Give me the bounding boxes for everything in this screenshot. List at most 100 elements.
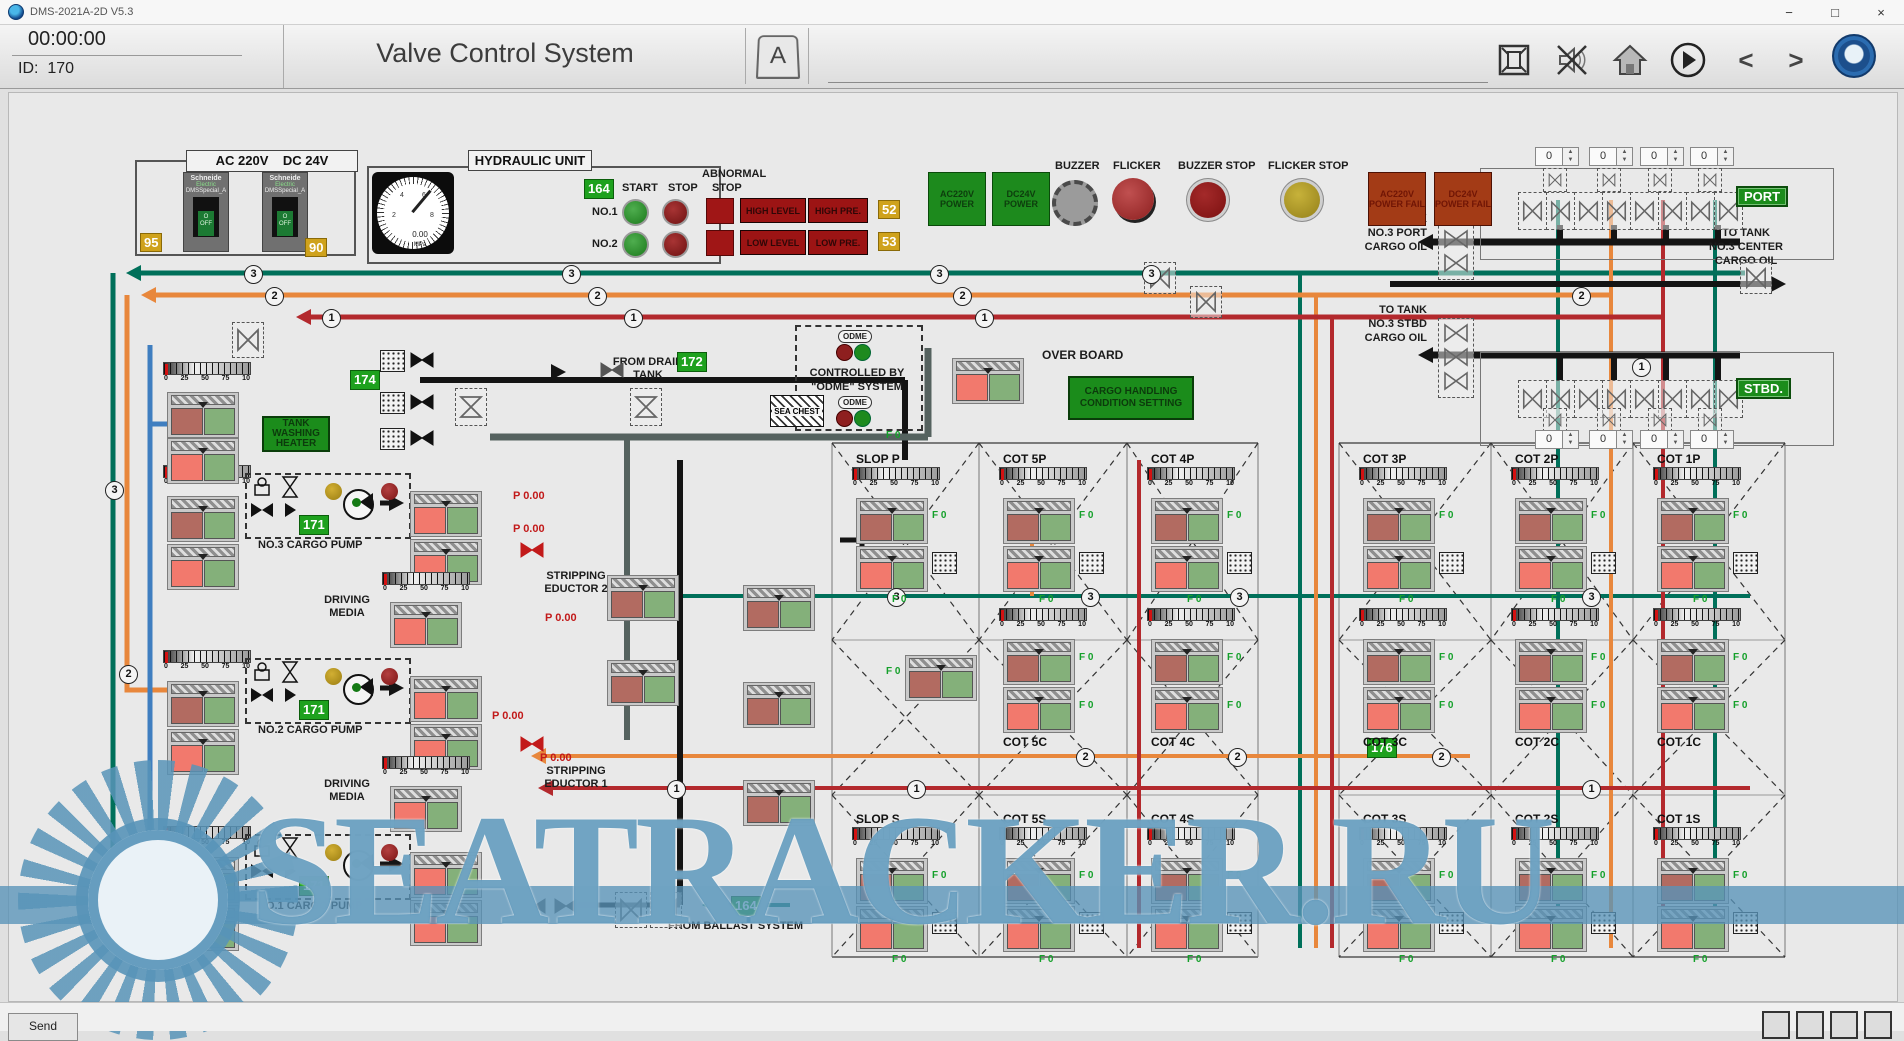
- valve-open-indicator[interactable]: [204, 921, 236, 948]
- no2-abnormal-stop[interactable]: [706, 230, 734, 256]
- valve-open-indicator[interactable]: [1694, 922, 1726, 949]
- valve-actuator-block[interactable]: [1003, 858, 1075, 904]
- valve-actuator-block[interactable]: [1363, 639, 1435, 685]
- valve-close-indicator[interactable]: [1155, 514, 1187, 541]
- valve-open-indicator[interactable]: [989, 374, 1021, 401]
- valve-close-indicator[interactable]: [171, 560, 203, 587]
- valve-actuator-block[interactable]: [1363, 498, 1435, 544]
- valve-close-indicator[interactable]: [1661, 655, 1693, 682]
- valve-actuator-block[interactable]: [1003, 639, 1075, 685]
- valve-open-indicator[interactable]: [427, 618, 459, 645]
- valve-actuator-block[interactable]: [743, 682, 815, 728]
- valve-close-indicator[interactable]: [414, 692, 446, 719]
- valve-actuator-block[interactable]: [856, 546, 928, 592]
- valve-actuator-block[interactable]: [1515, 687, 1587, 733]
- valve-actuator-block[interactable]: [1151, 639, 1223, 685]
- valve-actuator-block[interactable]: [1003, 546, 1075, 592]
- valve-close-indicator[interactable]: [747, 796, 779, 823]
- valve-actuator-block[interactable]: [607, 660, 679, 706]
- no1-stop-button[interactable]: [662, 199, 689, 226]
- valve-symbol[interactable]: [232, 322, 264, 358]
- valve-close-indicator[interactable]: [171, 512, 203, 539]
- valve-actuator-block[interactable]: [167, 681, 239, 727]
- counter-spinner[interactable]: ▲▼: [1617, 147, 1633, 166]
- valve-actuator-block[interactable]: [167, 905, 239, 951]
- port-manifold-valve-5[interactable]: [1630, 192, 1659, 230]
- valve-close-indicator[interactable]: [1007, 874, 1039, 901]
- valve-open-indicator[interactable]: [204, 873, 236, 900]
- valve-open-indicator[interactable]: [780, 796, 812, 823]
- valve-open-indicator[interactable]: [204, 560, 236, 587]
- valve-open-indicator[interactable]: [204, 745, 236, 772]
- valve-open-indicator[interactable]: [1400, 874, 1432, 901]
- valve-open-indicator[interactable]: [1188, 655, 1220, 682]
- valve-open-indicator[interactable]: [644, 591, 676, 618]
- valve-open-indicator[interactable]: [1694, 514, 1726, 541]
- port-damper-3[interactable]: [1648, 168, 1672, 192]
- valve-actuator-block[interactable]: [1657, 858, 1729, 904]
- valve-icon[interactable]: [520, 542, 544, 558]
- home-icon[interactable]: [1608, 40, 1652, 80]
- valve-close-indicator[interactable]: [747, 698, 779, 725]
- valve-close-indicator[interactable]: [1155, 703, 1187, 730]
- port-manifold-valve-4[interactable]: [1602, 192, 1631, 230]
- valve-close-indicator[interactable]: [860, 874, 892, 901]
- counter-spinner[interactable]: ▲▼: [1668, 147, 1684, 166]
- no2-start-button[interactable]: [622, 231, 649, 258]
- valve-close-indicator[interactable]: [956, 374, 988, 401]
- counter-spinner[interactable]: ▲▼: [1718, 430, 1734, 449]
- pump-symbol[interactable]: [343, 489, 374, 520]
- valve-close-indicator[interactable]: [1007, 655, 1039, 682]
- valve-icon[interactable]: [410, 430, 434, 446]
- valve-open-indicator[interactable]: [1552, 514, 1584, 541]
- valve-close-indicator[interactable]: [1661, 922, 1693, 949]
- valve-actuator-block[interactable]: [1151, 498, 1223, 544]
- valve-close-indicator[interactable]: [394, 802, 426, 829]
- valve-icon[interactable]: [600, 362, 624, 378]
- valve-close-indicator[interactable]: [1155, 874, 1187, 901]
- valve-actuator-block[interactable]: [1003, 687, 1075, 733]
- valve-close-indicator[interactable]: [1519, 655, 1551, 682]
- valve-actuator-block[interactable]: [1657, 546, 1729, 592]
- valve-close-indicator[interactable]: [860, 514, 892, 541]
- valve-open-indicator[interactable]: [780, 601, 812, 628]
- no1-start-button[interactable]: [622, 199, 649, 226]
- valve-close-indicator[interactable]: [860, 562, 892, 589]
- valve-actuator-block[interactable]: [167, 392, 239, 438]
- valve-close-indicator[interactable]: [1367, 703, 1399, 730]
- valve-symbol[interactable]: [455, 388, 487, 426]
- fullscreen-icon[interactable]: [1492, 40, 1536, 80]
- valve-actuator-block[interactable]: [410, 491, 482, 537]
- valve-actuator-block[interactable]: [390, 602, 462, 648]
- valve-close-indicator[interactable]: [1007, 562, 1039, 589]
- stbd-damper-4[interactable]: [1698, 408, 1722, 432]
- over-board-valve[interactable]: [952, 358, 1024, 404]
- valve-symbol[interactable]: [1190, 286, 1222, 318]
- valve-open-indicator[interactable]: [1552, 874, 1584, 901]
- valve-open-indicator[interactable]: [447, 868, 479, 895]
- valve-open-indicator[interactable]: [447, 692, 479, 719]
- valve-actuator-block[interactable]: [1657, 639, 1729, 685]
- valve-close-indicator[interactable]: [1661, 562, 1693, 589]
- valve-actuator-block[interactable]: [1151, 546, 1223, 592]
- valve-symbol[interactable]: [1740, 262, 1772, 294]
- valve-actuator-block[interactable]: [856, 906, 928, 952]
- valve-close-indicator[interactable]: [860, 922, 892, 949]
- valve-close-indicator[interactable]: [414, 507, 446, 534]
- valve-actuator-block[interactable]: [167, 438, 239, 484]
- port-manifold-valve-7[interactable]: [1686, 192, 1715, 230]
- valve-actuator-block[interactable]: [410, 852, 482, 898]
- valve-symbol[interactable]: [630, 388, 662, 426]
- port-damper-4[interactable]: [1698, 168, 1722, 192]
- counter-spinner[interactable]: ▲▼: [1668, 430, 1684, 449]
- valve-open-indicator[interactable]: [204, 454, 236, 481]
- counter-spinner[interactable]: ▲▼: [1563, 430, 1579, 449]
- valve-actuator-block[interactable]: [1363, 858, 1435, 904]
- valve-open-indicator[interactable]: [780, 698, 812, 725]
- valve-actuator-block[interactable]: [390, 786, 462, 832]
- valve-close-indicator[interactable]: [747, 601, 779, 628]
- port-manifold-valve-3[interactable]: [1574, 192, 1603, 230]
- valve-open-indicator[interactable]: [1040, 514, 1072, 541]
- valve-open-indicator[interactable]: [204, 512, 236, 539]
- valve-close-indicator[interactable]: [171, 454, 203, 481]
